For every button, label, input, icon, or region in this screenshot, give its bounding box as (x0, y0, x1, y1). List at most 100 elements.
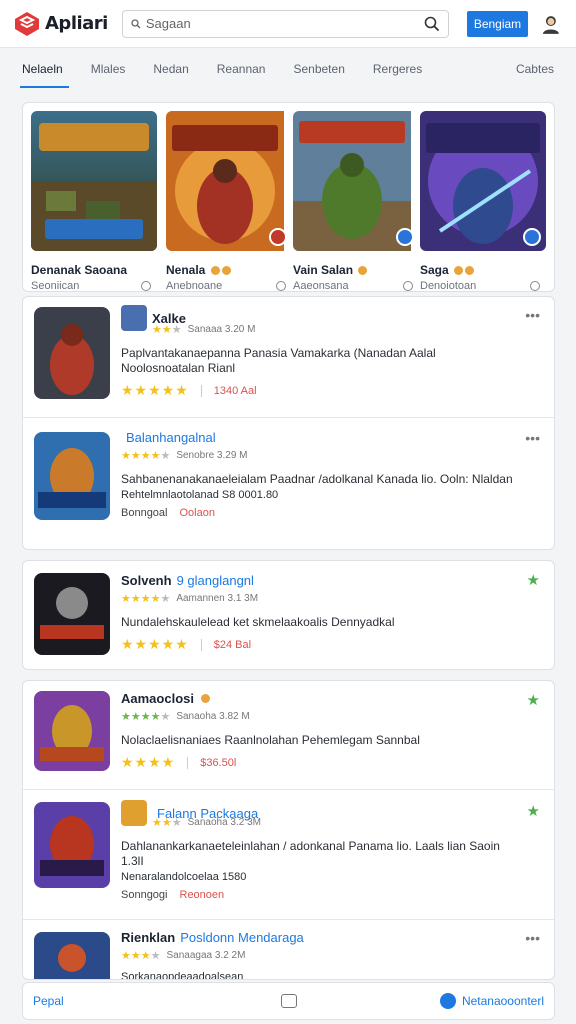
list-item-body: Rienklan Posldonn Mendaraga ★★★★ Sanaagaa… (121, 930, 514, 979)
comment-icon[interactable] (141, 281, 151, 291)
favorite-star-icon[interactable]: ★ (527, 691, 540, 709)
featured-title-row: Vain Salan (293, 263, 419, 277)
app-description: Paplvantakanaepanna Panasia Vamakarka (N… (121, 346, 436, 375)
app-logo[interactable]: Apliari (14, 11, 108, 37)
list-item[interactable]: Balanhangalnal ★★★★★ Senobre 3.29 M Sahb… (23, 417, 554, 549)
app-chip-icon (121, 800, 147, 826)
featured-sub-row: Aaeonsana (293, 280, 419, 292)
list-item-body: Solvenh 9 glanglangnl ★★★★★ Aamannen 3.1 … (121, 573, 514, 653)
divider (200, 638, 202, 651)
more-options-icon[interactable]: ••• (525, 930, 540, 946)
featured-badge-icon (523, 228, 541, 246)
tab-nelaeln[interactable]: Nelaeln (20, 48, 69, 90)
featured-card[interactable]: Nenala Anebnoane (166, 111, 292, 292)
bottom-download-link[interactable]: Netanaooonterl (439, 993, 544, 1009)
app-thumbnail (34, 307, 110, 399)
app-name-row: Solvenh 9 glanglangnl (121, 573, 514, 588)
app-price: Oolaon (179, 507, 215, 519)
star-rating-icon: ★★★★★ (121, 711, 171, 723)
app-price: $36.50l (200, 756, 237, 769)
comment-icon[interactable] (276, 281, 286, 291)
list-item[interactable]: Xalke ★★★ Sanaaa 3.20 M Paplvantakanaepa… (23, 297, 554, 417)
rating-line: ★★★★★ Aamannen 3.1 3M (121, 592, 514, 605)
app-name: Rienklan (121, 930, 176, 945)
list-item-body: Aamaoclosi ★★★★★ Sanaoha 3.82 M Nolaclae… (121, 691, 514, 771)
app-thumbnail (34, 573, 110, 655)
tab-mlales[interactable]: Mlales (91, 48, 126, 90)
list-item[interactable]: Falann Packaaga ★★★ Sanaoha 3.2 3M Dahla… (23, 789, 554, 919)
app-price: Reonoen (179, 889, 225, 901)
grid-view-icon[interactable] (281, 994, 297, 1008)
app-name-accent: 9 glanglangnl (176, 573, 254, 588)
star-rating-icon: ★★★★★ (121, 593, 171, 605)
list-item[interactable]: Aamaoclosi ★★★★★ Sanaoha 3.82 M Nolaclae… (23, 681, 554, 789)
top-header: Apliari Bengiam (0, 0, 576, 48)
category-tabs: Nelaeln Mlales Nedan Reannan Senbeten Re… (0, 48, 576, 90)
featured-title-row: Nenala (166, 263, 292, 277)
featured-art (166, 111, 292, 251)
featured-badge-icon (269, 228, 287, 246)
featured-title: Saga (420, 263, 449, 277)
download-icon (439, 993, 456, 1009)
comment-icon[interactable] (530, 281, 540, 291)
tab-nedan[interactable]: Nedan (153, 48, 188, 90)
app-meta: Bonngoal Oolaon (121, 507, 514, 519)
favorite-star-icon[interactable]: ★ (527, 802, 540, 820)
featured-title: Vain Salan (293, 263, 354, 277)
app-thumbnail (34, 802, 110, 888)
app-name: Solvenh (121, 573, 172, 588)
tab-cabtes[interactable]: Cabtes (516, 48, 554, 90)
app-thumbnail (34, 932, 110, 979)
featured-art (31, 111, 157, 251)
featured-title: Nenala (166, 263, 206, 277)
app-thumbnail (34, 691, 110, 771)
featured-card[interactable]: Denanak Saoana Seoniican (31, 111, 157, 292)
featured-sub-row: Anebnoane (166, 280, 292, 292)
list-item-body: Falann Packaaga ★★★ Sanaoha 3.2 3M Dahla… (121, 800, 514, 901)
star-rating-icon: ★★★★ (121, 950, 161, 962)
list-item[interactable]: Rienklan Posldonn Mendaraga ★★★★ Sanaagaa… (23, 919, 554, 979)
search-box[interactable] (121, 9, 449, 38)
app-tag: Sonngogi (121, 889, 168, 901)
tab-rergeres[interactable]: Rergeres (373, 48, 422, 90)
more-options-icon[interactable]: ••• (525, 307, 540, 323)
rating-text: Senobre 3.29 M (176, 450, 248, 461)
featured-carousel: Denanak Saoana Seoniican Nenala Anebnoan… (22, 102, 555, 292)
app-meta: ★★★★★ 1340 Aal (121, 382, 514, 399)
featured-subtitle: Denoiotoan (420, 280, 477, 292)
app-meta: ★★★★ $36.50l (121, 754, 514, 771)
search-input[interactable] (145, 16, 424, 31)
divider (200, 384, 202, 397)
featured-card[interactable]: Vain Salan Aaeonsana (293, 111, 419, 292)
list-item-body: Balanhangalnal ★★★★★ Senobre 3.29 M Sahb… (121, 430, 514, 519)
rating-line: ★★★★ Sanaagaa 3.2 2M (121, 949, 514, 962)
featured-card[interactable]: Saga Denoiotoan (420, 111, 546, 292)
list-item[interactable]: Solvenh 9 glanglangnl ★★★★★ Aamannen 3.1 … (23, 561, 554, 669)
featured-art (420, 111, 546, 251)
star-rating-icon: ★★★★★ (121, 450, 171, 462)
tab-reannan[interactable]: Reannan (217, 48, 266, 90)
bottom-bar: Pepal Netanaooonterl (22, 982, 555, 1020)
more-options-icon[interactable]: ••• (525, 430, 540, 446)
signin-button[interactable]: Bengiam (466, 10, 529, 37)
featured-subtitle: Aaeonsana (293, 280, 349, 292)
rating-text: Sanaoha 3.2 3M (187, 817, 261, 828)
rating-dot-icon (200, 694, 210, 703)
comment-icon[interactable] (403, 281, 413, 291)
app-logo-icon (15, 11, 39, 36)
search-prefix-icon (131, 18, 141, 28)
user-avatar-icon[interactable] (540, 13, 562, 35)
featured-subtitle: Seoniican (31, 280, 80, 292)
search-icon[interactable] (424, 16, 440, 32)
app-price: $24 Bal (213, 638, 252, 651)
rating-text: Aamannen 3.1 3M (176, 593, 259, 604)
app-description-extra: Rehtelmnlaotolanad S8 0001.80 (121, 489, 279, 501)
tab-senbeten[interactable]: Senbeten (293, 48, 344, 90)
app-name-row: Aamaoclosi (121, 691, 514, 706)
star-rating-icon: ★★★★★ (121, 636, 189, 652)
app-price: 1340 Aal (213, 384, 257, 397)
app-logo-text: Apliari (45, 13, 108, 34)
favorite-star-icon[interactable]: ★ (527, 571, 540, 589)
bottom-left-link[interactable]: Pepal (33, 994, 64, 1008)
app-name-accent: Balanhangalnal (126, 430, 216, 445)
